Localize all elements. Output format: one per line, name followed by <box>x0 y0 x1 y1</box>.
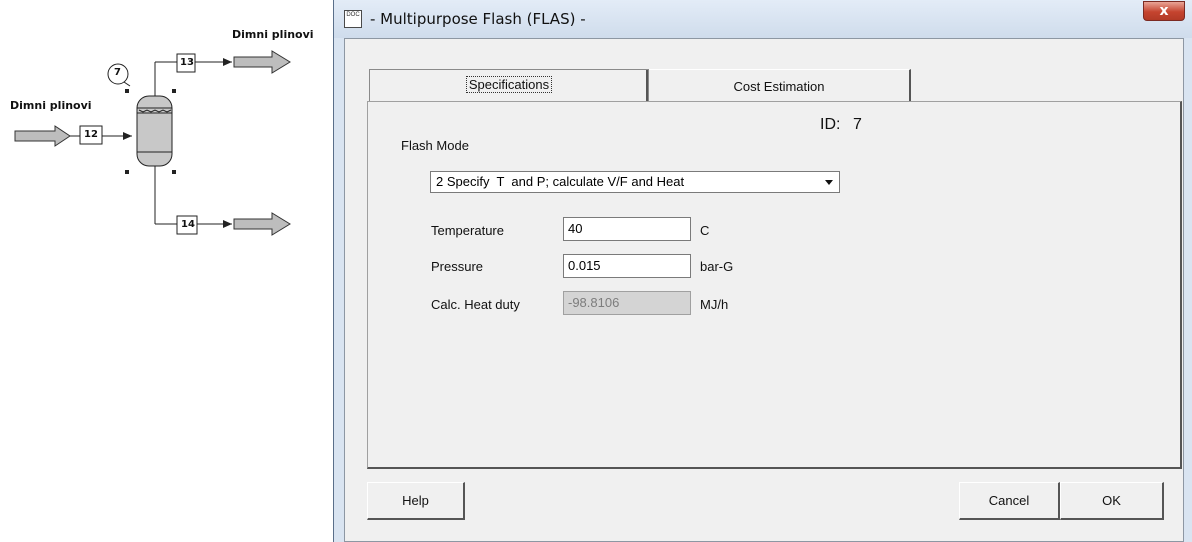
tab-specifications[interactable]: Specifications <box>369 69 649 102</box>
unit-id-text: 7 <box>114 67 121 78</box>
handle-tr[interactable] <box>172 89 176 93</box>
temperature-unit: C <box>700 223 710 238</box>
tab-cost-estimation-label: Cost Estimation <box>733 79 825 94</box>
cancel-button[interactable]: Cancel <box>959 482 1060 520</box>
specifications-panel: ID: 7 Flash Mode 2 Specify T and P; calc… <box>367 101 1182 469</box>
bottom-outlet-arrowhead <box>223 220 232 228</box>
flash-mode-label: Flash Mode <box>401 138 469 153</box>
pressure-input[interactable]: 0.015 <box>563 254 691 278</box>
doc-icon[interactable]: DOC <box>344 10 362 28</box>
pressure-unit: bar-G <box>700 259 734 274</box>
heat-duty-label: Calc. Heat duty <box>431 297 520 312</box>
heat-duty-field: -98.8106 <box>563 291 691 315</box>
temperature-input[interactable]: 40 <box>563 217 691 241</box>
tab-specifications-label: Specifications <box>465 76 553 93</box>
inlet-arrow[interactable] <box>14 125 71 147</box>
handle-tl[interactable] <box>125 89 129 93</box>
flash-vessel[interactable] <box>136 95 173 167</box>
stream-13-text: 13 <box>180 57 194 68</box>
stream-in-label: Dimni plinovi <box>10 99 92 112</box>
temperature-label: Temperature <box>431 223 504 238</box>
flash-mode-dropdown[interactable]: 2 Specify T and P; calculate V/F and Hea… <box>430 171 840 193</box>
handle-bl[interactable] <box>125 170 129 174</box>
chevron-down-icon[interactable] <box>825 180 833 185</box>
id-value: 7 <box>853 116 862 133</box>
top-outlet-arrowhead <box>223 58 232 66</box>
handle-br[interactable] <box>172 170 176 174</box>
flowsheet-drawing <box>14 50 291 236</box>
id-label: ID: <box>820 116 841 133</box>
dialog-title: - Multipurpose Flash (FLAS) - <box>370 10 586 28</box>
help-button[interactable]: Help <box>367 482 465 520</box>
stream-out-label: Dimni plinovi <box>232 28 314 41</box>
flash-dialog: DOC - Multipurpose Flash (FLAS) - x Spec… <box>333 0 1192 542</box>
ok-button[interactable]: OK <box>1060 482 1164 520</box>
unit-id-tail <box>123 81 131 87</box>
close-button[interactable]: x <box>1143 1 1185 21</box>
title-bar[interactable]: DOC - Multipurpose Flash (FLAS) - x <box>334 0 1192 38</box>
bottom-outlet-arrow[interactable] <box>233 212 291 236</box>
flash-mode-value: 2 Specify T and P; calculate V/F and Hea… <box>436 174 685 189</box>
stream-12-text: 12 <box>84 129 98 140</box>
heat-duty-unit: MJ/h <box>700 297 729 312</box>
inlet-arrowhead <box>123 132 132 140</box>
tab-cost-estimation[interactable]: Cost Estimation <box>649 69 911 102</box>
dialog-client-area: Specifications Cost Estimation ID: 7 Fla… <box>344 38 1184 542</box>
stream-14-text: 14 <box>181 219 195 230</box>
pressure-label: Pressure <box>431 259 484 274</box>
flowsheet-canvas[interactable]: Dimni plinovi Dimni plinovi 7 12 13 14 <box>0 0 335 542</box>
top-outlet-arrow[interactable] <box>233 50 291 74</box>
